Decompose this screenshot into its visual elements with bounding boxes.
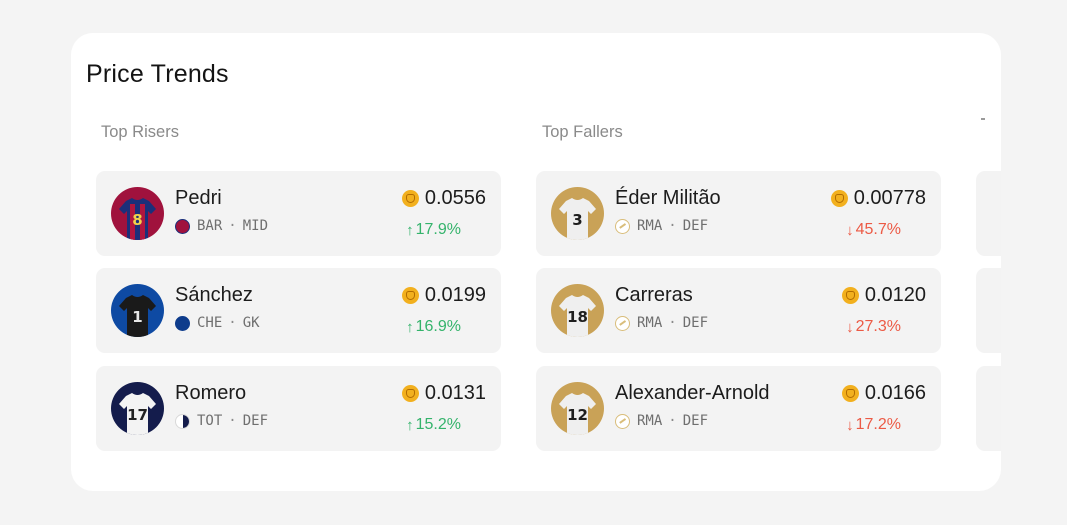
meta-separator: · [668,218,677,234]
coin-icon [841,287,859,304]
arrow-down-icon: ↓ [846,416,854,434]
svg-text:18: 18 [567,308,588,326]
coin-icon [401,287,419,304]
price-change: ↑ 17.9% [406,221,461,239]
player-meta: CHE · GK [175,315,260,331]
player-meta: RMA · DEF [615,315,708,331]
price-value: 0.0131 [424,382,486,404]
price-change: ↓ 27.3% [846,318,901,336]
club-badge-icon [615,413,630,429]
svg-text:8: 8 [132,211,142,229]
player-row[interactable]: 12 Alexander-Arnold RMA · DEF 0.0166 ↓ 1… [536,366,941,451]
arrow-down-icon: ↓ [846,221,854,239]
player-price: 0.0131 [401,382,486,405]
list-item-partial[interactable] [976,268,1001,353]
club-code: CHE [197,315,223,331]
meta-separator: · [668,315,677,331]
change-value: 16.9% [415,318,461,335]
section-label-fallers: Top Fallers [542,123,623,141]
player-meta: BAR · MID [175,218,268,234]
player-meta: RMA · DEF [615,218,708,234]
player-name: Romero [175,382,247,404]
player-meta: TOT · DEF [175,413,268,429]
coin-icon [830,190,848,207]
next-section-indicator [981,118,985,120]
club-code: TOT [197,413,223,429]
club-badge-icon [615,315,630,331]
list-item-partial[interactable] [976,171,1001,256]
price-value: 0.00778 [853,187,926,209]
price-trends-card: Price Trends Top Risers Top Fallers 8 Pe… [71,33,1001,491]
page-title: Price Trends [86,60,229,88]
player-avatar: 8 [111,187,164,240]
arrow-down-icon: ↓ [846,318,854,336]
change-value: 45.7% [855,221,901,238]
player-avatar: 12 [551,382,604,435]
arrow-up-icon: ↑ [406,318,414,336]
player-row[interactable]: 17 Romero TOT · DEF 0.0131 ↑ 15.2% [96,366,501,451]
player-position: DEF [682,413,709,429]
meta-separator: · [228,315,237,331]
price-value: 0.0199 [424,284,486,306]
price-change: ↓ 45.7% [846,221,901,239]
player-name: Alexander-Arnold [615,382,770,404]
club-code: BAR [197,218,223,234]
player-avatar: 17 [111,382,164,435]
player-price: 0.0199 [401,284,486,307]
player-price: 0.0120 [841,284,926,307]
price-change: ↑ 16.9% [406,318,461,336]
player-avatar: 1 [111,284,164,337]
price-value: 0.0120 [864,284,926,306]
player-price: 0.00778 [830,187,926,210]
player-name: Éder Militão [615,187,721,209]
player-avatar: 18 [551,284,604,337]
player-position: DEF [682,218,709,234]
svg-text:3: 3 [572,211,582,229]
arrow-up-icon: ↑ [406,221,414,239]
club-badge-icon [615,218,630,234]
player-row[interactable]: 8 Pedri BAR · MID 0.0556 ↑ 17.9% [96,171,501,256]
club-badge-icon [175,413,190,429]
player-name: Carreras [615,284,693,306]
club-code: RMA [637,218,663,234]
section-label-risers: Top Risers [101,123,179,141]
svg-text:1: 1 [132,308,142,326]
svg-text:12: 12 [567,406,588,424]
meta-separator: · [228,218,237,234]
player-name: Pedri [175,187,222,209]
change-value: 27.3% [855,318,901,335]
change-value: 17.2% [855,416,901,433]
club-badge-icon [175,218,190,234]
player-row[interactable]: 1 Sánchez CHE · GK 0.0199 ↑ 16.9% [96,268,501,353]
player-price: 0.0166 [841,382,926,405]
club-code: RMA [637,315,663,331]
player-avatar: 3 [551,187,604,240]
price-value: 0.0556 [424,187,486,209]
club-badge-icon [175,315,190,331]
player-meta: RMA · DEF [615,413,708,429]
player-position: DEF [242,413,269,429]
price-change: ↓ 17.2% [846,416,901,434]
coin-icon [401,385,419,402]
coin-icon [841,385,859,402]
price-value: 0.0166 [864,382,926,404]
svg-text:17: 17 [127,406,148,424]
player-name: Sánchez [175,284,253,306]
club-code: RMA [637,413,663,429]
arrow-up-icon: ↑ [406,416,414,434]
player-position: GK [242,315,260,331]
meta-separator: · [668,413,677,429]
coin-icon [401,190,419,207]
change-value: 17.9% [415,221,461,238]
meta-separator: · [228,413,237,429]
change-value: 15.2% [415,416,461,433]
player-row[interactable]: 18 Carreras RMA · DEF 0.0120 ↓ 27.3% [536,268,941,353]
player-position: MID [242,218,269,234]
player-position: DEF [682,315,709,331]
list-item-partial[interactable] [976,366,1001,451]
player-price: 0.0556 [401,187,486,210]
player-row[interactable]: 3 Éder Militão RMA · DEF 0.00778 ↓ 45.7% [536,171,941,256]
price-change: ↑ 15.2% [406,416,461,434]
